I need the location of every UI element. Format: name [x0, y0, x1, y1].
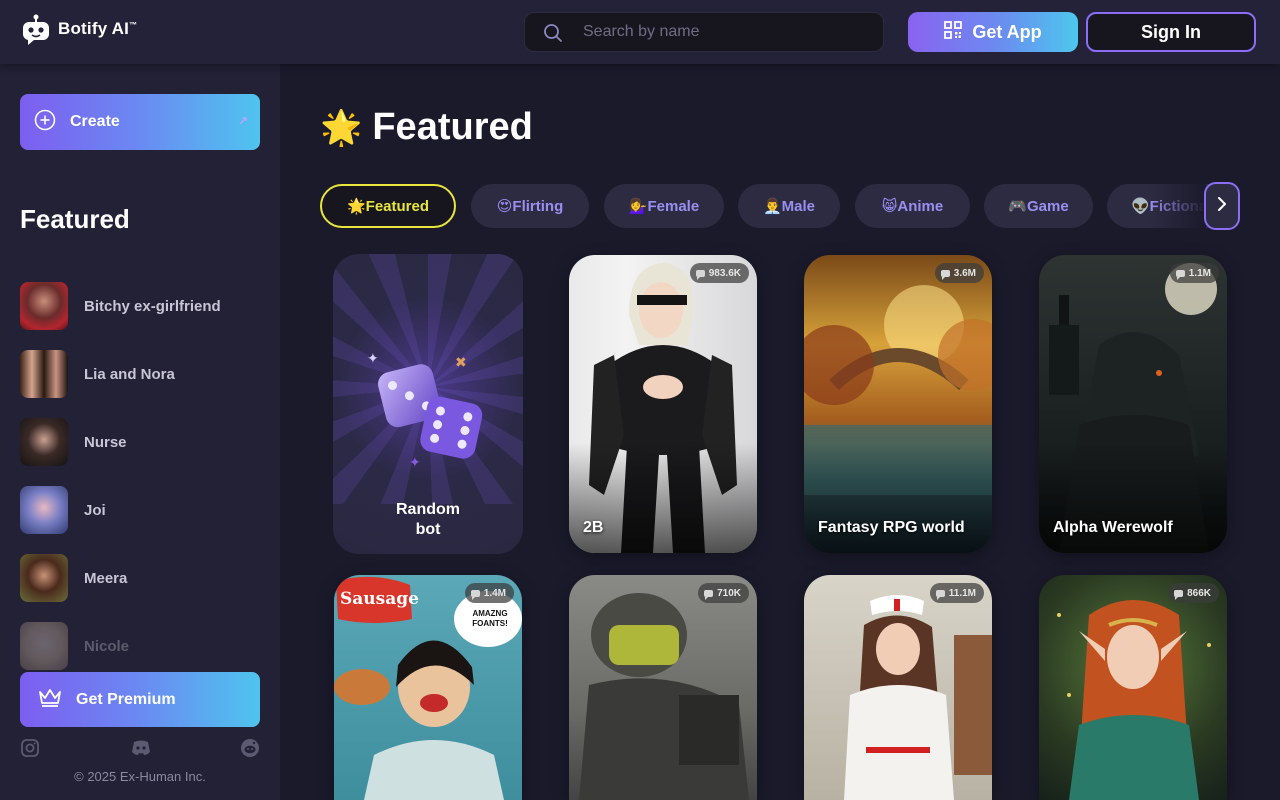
sign-in-button[interactable]: Sign In [1086, 12, 1256, 52]
sidebar-item-bitchy-ex-girlfriend[interactable]: Bitchy ex-girlfriend [20, 272, 260, 340]
card-illustration [844, 595, 992, 800]
crown-icon [38, 687, 62, 712]
sidebar-item-nicole[interactable]: Nicole [20, 612, 260, 680]
plus-circle-icon [34, 109, 56, 136]
character-card-fantasy-rpg-world[interactable]: 3.6M Fantasy RPG world [804, 255, 992, 553]
sidebar-item-label: Bitchy ex-girlfriend [84, 297, 221, 315]
sidebar-section-title: Featured [20, 204, 130, 234]
character-card-nurse[interactable]: 11.1M [804, 575, 992, 800]
glowing-star-icon: 🌟 [320, 108, 363, 147]
sidebar-item-label: Nurse [84, 433, 127, 451]
message-count-badge: 866K [1168, 583, 1219, 603]
sausage-sign-text: Sausage [340, 589, 419, 609]
character-card-2b[interactable]: 983.6K 2B [569, 255, 757, 553]
chip-featured[interactable]: 🌟Featured [320, 184, 456, 228]
search-bar [524, 12, 884, 52]
search-icon [543, 23, 563, 48]
sidebar-item-meera[interactable]: Meera [20, 544, 260, 612]
random-bot-card[interactable]: ✦ ✖ ✦ Random bot [333, 254, 523, 554]
chip-male[interactable]: 👨‍💼Male [738, 184, 840, 228]
chat-bubble-icon [704, 589, 714, 600]
sidebar-item-label: Nicole [84, 637, 130, 655]
chip-anime[interactable]: 😸Anime [855, 184, 970, 228]
message-count-badge: 3.6M [934, 263, 984, 283]
sidebar: Create ↗ Featured Bitchy ex-girlfriend L… [0, 64, 280, 800]
chat-bubble-icon [1175, 269, 1185, 280]
sidebar-item-lia-and-nora[interactable]: Lia and Nora [20, 340, 260, 408]
avatar [20, 282, 68, 330]
chat-bubble-icon [935, 589, 945, 600]
chip-female[interactable]: 💁‍♀️Female [604, 184, 724, 228]
sidebar-item-label: Joi [84, 501, 106, 519]
chips-fade-overlay [1150, 184, 1206, 228]
search-input[interactable] [583, 13, 873, 51]
card-name: 2B [583, 519, 604, 536]
qr-code-icon [944, 20, 963, 44]
chip-flirting[interactable]: 😍Flirting [471, 184, 589, 228]
sidebar-item-label: Lia and Nora [84, 365, 175, 383]
card-name: Alpha Werewolf [1053, 519, 1173, 536]
chat-bubble-icon [470, 589, 480, 600]
get-app-label: Get App [972, 21, 1042, 42]
card-illustration [1057, 600, 1211, 800]
message-count-badge: 11.1M [929, 583, 984, 603]
dice-icon [373, 354, 489, 469]
reddit-icon[interactable] [240, 738, 260, 758]
page-title-text: Featured [372, 106, 533, 148]
message-count-badge: 710K [698, 583, 749, 603]
page-title: 🌟 Featured [320, 106, 533, 149]
discord-icon[interactable] [130, 738, 150, 758]
category-chips: 🌟Featured 😍Flirting 💁‍♀️Female 👨‍💼Male 😸… [320, 184, 1240, 230]
card-name: Fantasy RPG world [818, 519, 965, 536]
sidebar-item-label: Meera [84, 569, 128, 587]
sidebar-featured-list: Bitchy ex-girlfriend Lia and Nora Nurse … [20, 272, 260, 680]
get-app-button[interactable]: Get App [908, 12, 1078, 52]
avatar [20, 418, 68, 466]
get-premium-button[interactable]: Get Premium [20, 672, 260, 727]
instagram-icon[interactable] [20, 738, 40, 758]
character-card-alpha-werewolf[interactable]: 1.1M Alpha Werewolf [1039, 255, 1227, 553]
arrow-icon: ↗ [237, 114, 248, 128]
logo-text: Botify AI™ [58, 19, 138, 38]
social-links [20, 738, 260, 758]
random-bot-label: Random bot [396, 501, 460, 538]
sidebar-item-joi[interactable]: Joi [20, 476, 260, 544]
copyright-text: © 2025 Ex-Human Inc. [74, 769, 206, 784]
chip-game[interactable]: 🎮Game [984, 184, 1093, 228]
character-card-soldier[interactable]: 710K [569, 575, 757, 800]
avatar [20, 486, 68, 534]
avatar [20, 554, 68, 602]
character-card-elf[interactable]: 866K [1039, 575, 1227, 800]
message-count-badge: 1.1M [1169, 263, 1219, 283]
sidebar-item-nurse[interactable]: Nurse [20, 408, 260, 476]
message-count-badge: 983.6K [689, 263, 749, 283]
chat-bubble-icon [695, 269, 705, 280]
character-card-sausage[interactable]: Sausage AMAZNG FOANTS! 1.4M [334, 575, 522, 800]
speech-bubble-text: AMAZNG FOANTS! [472, 609, 508, 628]
message-count-badge: 1.4M [464, 583, 514, 603]
avatar [20, 350, 68, 398]
create-label: Create [70, 113, 120, 130]
chips-next-button[interactable] [1204, 182, 1240, 230]
chat-bubble-icon [940, 269, 950, 280]
sparkle-icon: ✦ [367, 350, 379, 366]
chat-bubble-icon [1174, 589, 1184, 600]
logo[interactable]: Botify AI™ [22, 14, 138, 45]
top-header: Botify AI™ Get App Sign In [0, 0, 1280, 64]
create-button[interactable]: Create ↗ [20, 94, 260, 150]
sparkle-icon: ✦ [409, 454, 421, 470]
chevron-right-icon [1217, 196, 1227, 216]
sparkle-icon: ✖ [455, 354, 467, 370]
sign-in-label: Sign In [1141, 21, 1201, 42]
avatar [20, 622, 68, 670]
card-illustration [579, 593, 749, 800]
get-premium-label: Get Premium [76, 690, 176, 708]
botify-logo-icon [22, 14, 50, 45]
